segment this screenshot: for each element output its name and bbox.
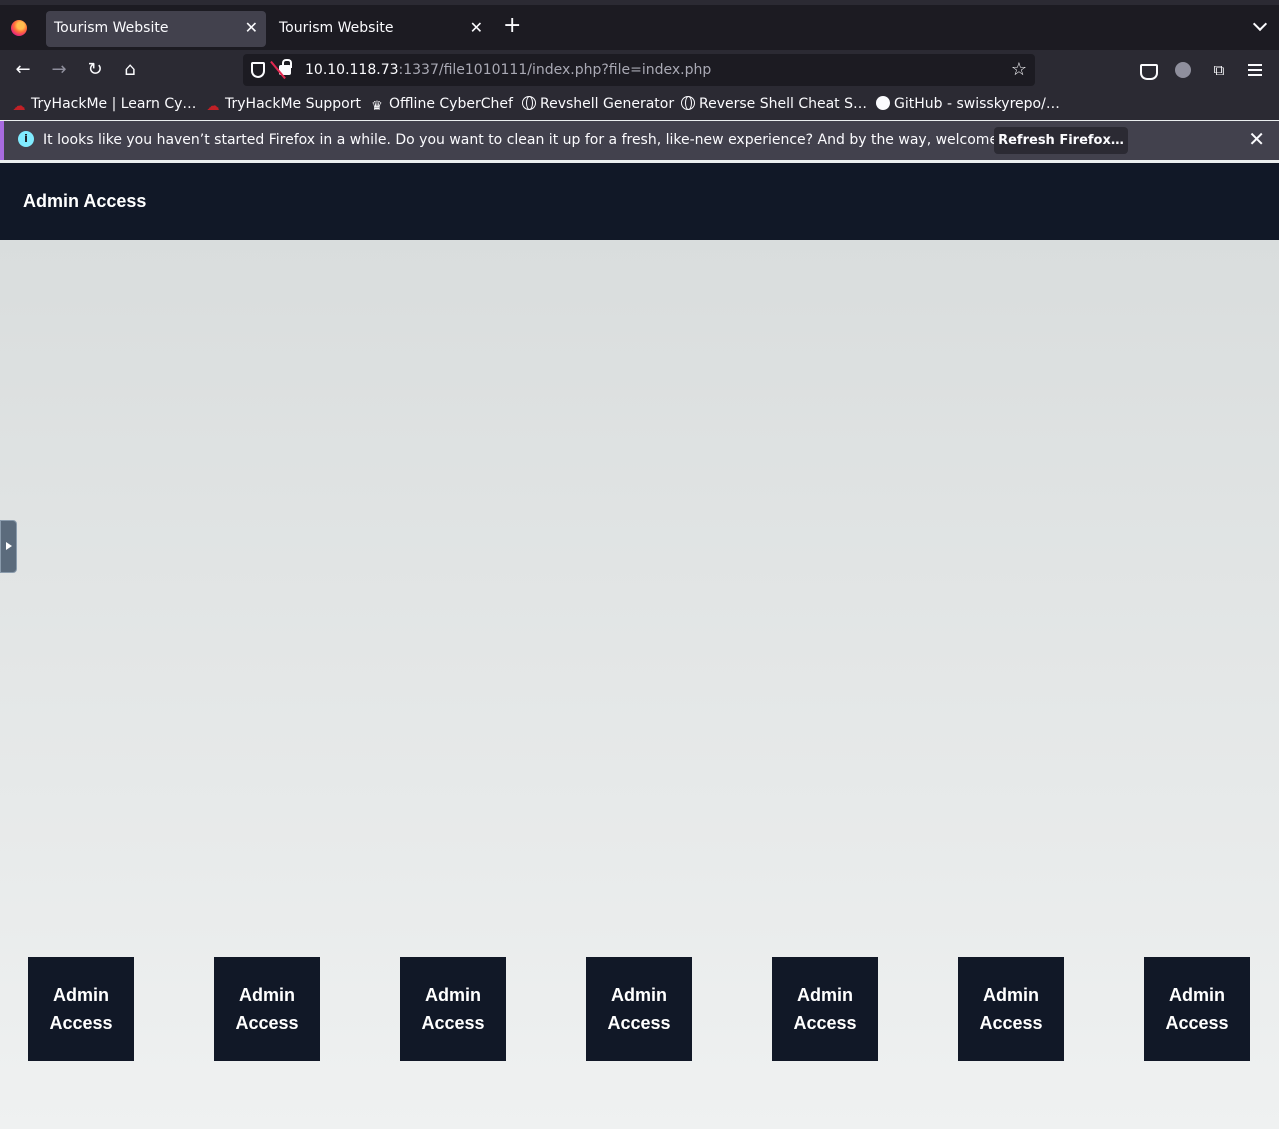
admin-access-card[interactable]: Admin Access	[400, 957, 506, 1061]
admin-access-card[interactable]: Admin Access	[586, 957, 692, 1061]
address-bar[interactable]: 10.10.118.73:1337/file1010111/index.php?…	[243, 54, 1035, 86]
tab-strip: Tourism Website ✕ Tourism Website ✕ +	[0, 0, 1279, 50]
pocket-icon[interactable]	[1137, 60, 1158, 80]
url-path: :1337/file1010111/index.php?file=index.p…	[398, 62, 712, 78]
tracking-protection-shield-icon[interactable]	[251, 62, 265, 78]
bookmark-reverse-shell-cheat-sheet[interactable]: Reverse Shell Cheat S…	[681, 96, 867, 114]
tryhackme-icon: ☁	[206, 99, 220, 114]
bookmark-label: Offline CyberChef	[389, 96, 513, 112]
bookmark-label: GitHub - swisskyrepo/…	[894, 96, 1060, 112]
bookmark-label: Reverse Shell Cheat S…	[699, 96, 867, 112]
bookmark-label: Revshell Generator	[540, 96, 675, 112]
reload-icon[interactable]: ↻	[83, 58, 107, 82]
close-tab-icon[interactable]: ✕	[470, 18, 483, 37]
refresh-firefox-notification: i It looks like you haven’t started Fire…	[0, 121, 1279, 160]
url-text[interactable]: 10.10.118.73:1337/file1010111/index.php?…	[305, 62, 711, 78]
refresh-firefox-button[interactable]: Refresh Firefox…	[994, 127, 1128, 154]
bookmark-revshell-generator[interactable]: Revshell Generator	[522, 96, 674, 114]
tab-title: Tourism Website	[54, 20, 169, 36]
site-title[interactable]: Admin Access	[23, 191, 146, 212]
tab-tourism-website-2[interactable]: Tourism Website ✕	[271, 11, 491, 47]
navigation-toolbar: ← → ↻ ⌂ 10.10.118.73:1337/file1010111/in…	[0, 50, 1279, 90]
admin-access-card[interactable]: Admin Access	[214, 957, 320, 1061]
admin-access-card[interactable]: Admin Access	[958, 957, 1064, 1061]
chef-hat-icon: ♛	[371, 99, 383, 114]
info-icon: i	[18, 131, 34, 147]
new-tab-plus-icon[interactable]: +	[503, 15, 521, 37]
account-icon[interactable]	[1173, 60, 1193, 80]
side-panel-toggle-handle[interactable]	[0, 520, 17, 573]
home-icon[interactable]: ⌂	[118, 58, 142, 82]
tryhackme-icon: ☁	[12, 99, 26, 114]
tab-title: Tourism Website	[279, 20, 394, 36]
bookmark-label: TryHackMe | Learn Cy…	[31, 96, 197, 112]
admin-access-card[interactable]: Admin Access	[772, 957, 878, 1061]
admin-access-card[interactable]: Admin Access	[1144, 957, 1250, 1061]
tab-tourism-website-1[interactable]: Tourism Website ✕	[46, 11, 266, 47]
close-notification-icon[interactable]: ✕	[1248, 127, 1265, 151]
bookmark-star-icon[interactable]: ☆	[1011, 59, 1027, 80]
back-arrow-icon[interactable]: ←	[11, 58, 35, 82]
bookmark-tryhackme-support[interactable]: ☁ TryHackMe Support	[205, 96, 361, 114]
bookmarks-toolbar: ☁ TryHackMe | Learn Cy… ☁ TryHackMe Suppor…	[0, 90, 1279, 120]
hamburger-menu-icon[interactable]	[1245, 60, 1265, 80]
url-host: 10.10.118.73	[305, 62, 399, 78]
github-icon	[876, 96, 890, 110]
notification-message: It looks like you haven’t started Firefo…	[43, 132, 1042, 148]
bookmark-tryhackme-learn[interactable]: ☁ TryHackMe | Learn Cy…	[11, 96, 197, 114]
bookmark-offline-cyberchef[interactable]: ♛ Offline CyberChef	[369, 96, 513, 114]
forward-arrow-icon[interactable]: →	[47, 58, 71, 82]
site-header: Admin Access	[0, 163, 1279, 240]
globe-icon	[522, 96, 536, 110]
close-tab-icon[interactable]: ✕	[245, 18, 258, 37]
bookmark-github-swisskyrepo[interactable]: GitHub - swisskyrepo/…	[876, 96, 1060, 114]
extensions-puzzle-icon[interactable]: ⧉	[1209, 60, 1229, 80]
firefox-logo-icon[interactable]	[11, 20, 27, 36]
globe-icon	[681, 96, 695, 110]
admin-access-card[interactable]: Admin Access	[28, 957, 134, 1061]
bookmark-label: TryHackMe Support	[225, 96, 361, 112]
list-all-tabs-chevron-icon[interactable]	[1252, 16, 1268, 32]
